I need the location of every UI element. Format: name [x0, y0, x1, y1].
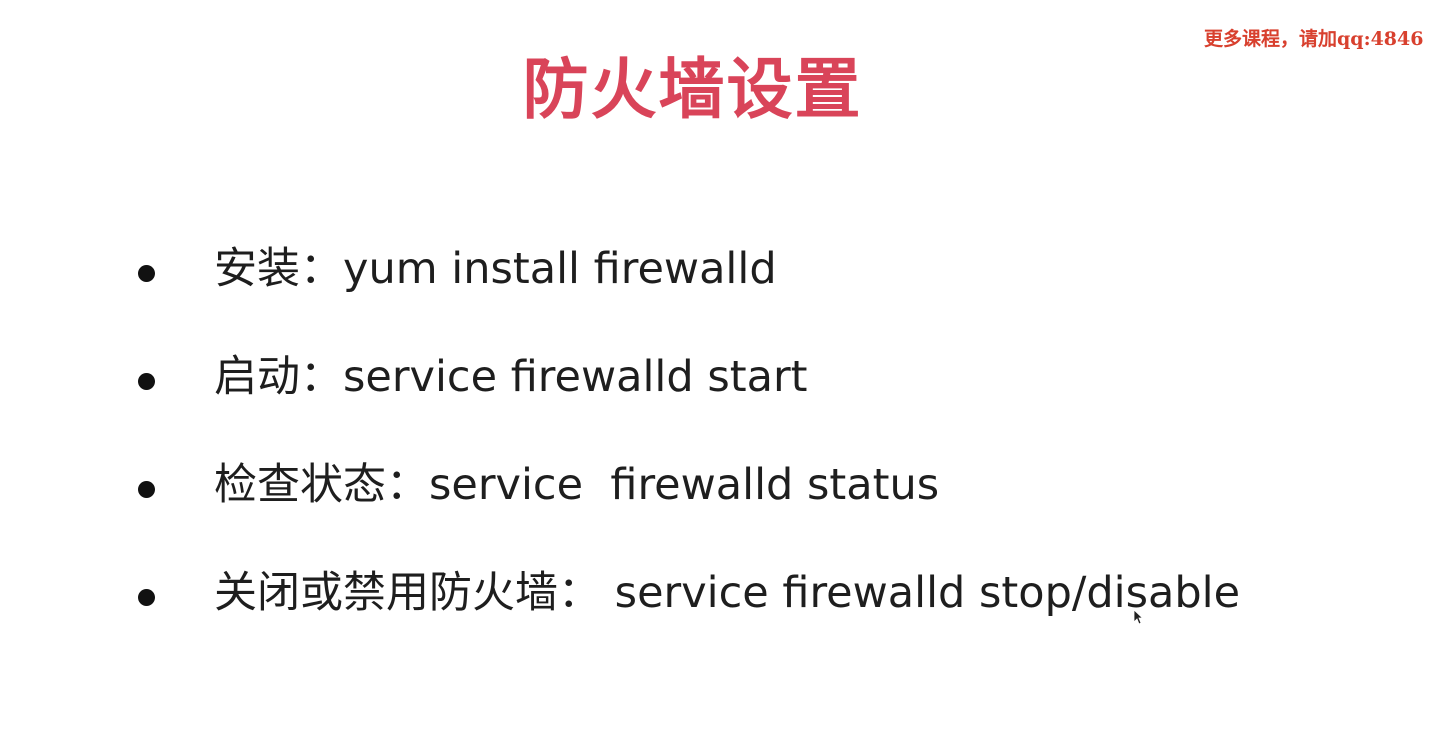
list-item: 安装：yum install firewalld — [0, 238, 1438, 346]
bullet-dot-icon — [138, 265, 155, 282]
list-item: 启动：service firewalld start — [0, 346, 1438, 454]
bullet-text: 启动：service firewalld start — [214, 352, 808, 402]
bullet-text: 安装：yum install firewalld — [214, 244, 777, 294]
bullet-list: 安装：yum install firewalld 启动：service fire… — [0, 238, 1438, 670]
bullet-text: 检查状态：service firewalld status — [214, 460, 940, 510]
mouse-pointer-icon — [1133, 609, 1143, 625]
bullet-text: 关闭或禁用防火墙： service firewalld stop/disable — [214, 568, 1241, 618]
bullet-dot-icon — [138, 589, 155, 606]
list-item: 检查状态：service firewalld status — [0, 454, 1438, 562]
bullet-dot-icon — [138, 373, 155, 390]
list-item: 关闭或禁用防火墙： service firewalld stop/disable — [0, 562, 1438, 670]
slide-title: 防火墙设置 — [522, 51, 863, 128]
bullet-dot-icon — [138, 481, 155, 498]
